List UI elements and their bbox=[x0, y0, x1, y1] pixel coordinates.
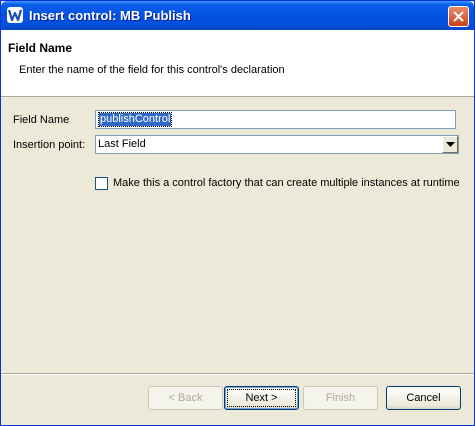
chevron-down-icon bbox=[446, 142, 455, 147]
finish-button[interactable]: Finish bbox=[303, 386, 378, 410]
dialog-window: Insert control: MB Publish Field Name En… bbox=[0, 0, 475, 426]
insertion-point-select[interactable]: Last Field bbox=[95, 135, 459, 154]
page-description: Enter the name of the field for this con… bbox=[19, 64, 285, 76]
dropdown-button[interactable] bbox=[442, 136, 458, 153]
close-icon[interactable] bbox=[448, 6, 469, 27]
app-w-icon bbox=[7, 7, 23, 23]
footer-separator bbox=[1, 373, 474, 375]
field-name-input[interactable]: publishControl bbox=[95, 110, 456, 129]
insertion-point-value: Last Field bbox=[98, 138, 146, 150]
window-title: Insert control: MB Publish bbox=[29, 8, 191, 23]
field-name-value: publishControl bbox=[97, 112, 173, 127]
back-button-label: < Back bbox=[168, 392, 203, 404]
next-button[interactable]: Next > bbox=[224, 386, 299, 410]
factory-checkbox-label[interactable]: Make this a control factory that can cre… bbox=[113, 177, 460, 189]
insertion-point-label: Insertion point: bbox=[13, 139, 86, 151]
factory-checkbox[interactable] bbox=[95, 177, 108, 190]
finish-button-label: Finish bbox=[325, 392, 356, 404]
cancel-button[interactable]: Cancel bbox=[386, 386, 461, 410]
cancel-button-label: Cancel bbox=[406, 392, 441, 404]
wizard-content: Field Name publishControl Insertion poin… bbox=[1, 97, 474, 373]
wizard-header: Field Name Enter the name of the field f… bbox=[1, 30, 474, 97]
next-button-label: Next > bbox=[227, 389, 296, 407]
back-button[interactable]: < Back bbox=[148, 386, 223, 410]
title-bar[interactable]: Insert control: MB Publish bbox=[1, 1, 474, 30]
page-title: Field Name bbox=[8, 41, 73, 55]
field-name-label: Field Name bbox=[13, 114, 70, 126]
